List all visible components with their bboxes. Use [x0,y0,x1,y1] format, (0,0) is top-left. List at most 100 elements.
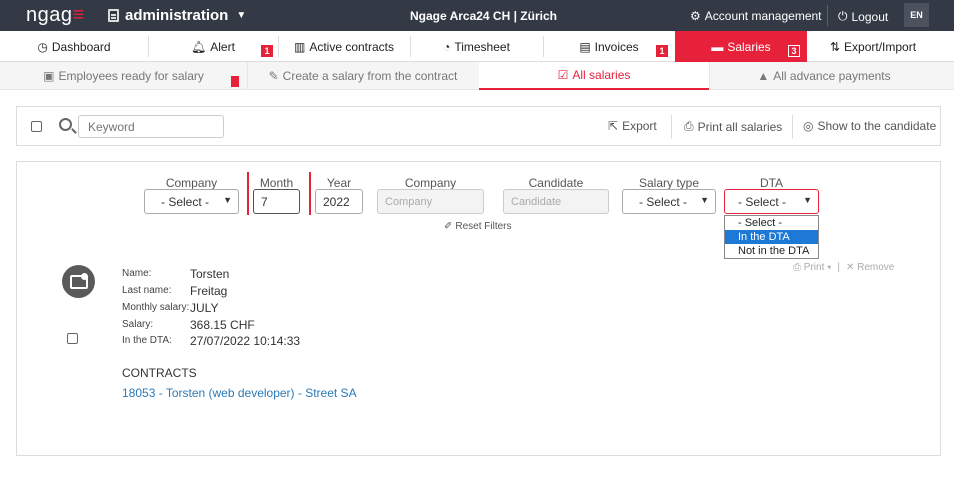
contract-link[interactable]: 18053 - Torsten (web developer) - Street… [122,386,357,400]
month-filter-input[interactable]: 7 [253,189,300,214]
chevron-down-icon: ▼ [803,195,812,205]
salary-label: Salary: [122,319,154,330]
nav-invoices-label: Invoices [594,39,639,54]
export-icon: ⇱ [608,119,619,133]
print-all-salaries-label: Print all salaries [697,119,783,134]
tab-advance-payments[interactable]: ▲ All advance payments [709,62,939,90]
dta-filter-label: DTA [759,176,784,190]
select-all-checkbox[interactable] [31,121,42,132]
tab-employees-ready-label: Employees ready for salary [58,69,204,83]
nav-export-import-label: Export/Import [844,39,917,54]
nav-active-contracts-label: Active contracts [309,39,395,54]
divider [827,5,828,26]
keyword-search-input[interactable] [78,115,224,138]
chevron-down-icon: ▼ [223,195,232,205]
monthly-salary-value: JULY [190,301,219,315]
main-nav: ◷ Dashboard 🔔︎ Alert 1 ▥ Active contract… [0,31,954,62]
contracts-heading: CONTRACTS [122,366,197,380]
candidate-filter-input[interactable]: Candidate [503,189,609,214]
tab-employees-ready[interactable]: ▣ Employees ready for salary [0,62,247,90]
gear-icon: ⚙ [690,9,701,23]
graduation-cap-icon: ▲ [757,69,770,83]
print-record-label: Print [803,262,825,273]
nav-export-import[interactable]: ⇅ Export/Import [807,31,939,62]
list-toolbar: ⇱ Export ⎙ Print all salaries ◎ Show to … [16,106,941,146]
app-selector-label: administration [125,7,229,24]
app-icon [108,9,119,22]
company-text-filter-input[interactable]: Company [377,189,484,214]
bell-icon: 🔔︎ [191,39,207,54]
export-button[interactable]: ⇱ Export [608,119,657,133]
tab-create-salary-label: Create a salary from the contract [282,69,458,83]
dta-dropdown-list: - Select - In the DTA Not in the DTA [724,215,819,259]
year-filter-input[interactable]: 2022 [315,189,363,214]
document-icon: ▤ [579,39,591,54]
month-filter-label: Month [259,176,294,190]
dta-filter-select[interactable]: - Select - ▼ [724,189,819,214]
power-icon: ⏻ [838,9,848,23]
month-filter-marker [247,172,249,215]
divider [671,115,672,139]
name-label: Name: [122,268,152,279]
invoices-count-badge: 1 [656,45,668,57]
clock-icon: ◔ [443,39,451,54]
divider: | [837,262,840,273]
company-filter-select[interactable]: - Select - ▼ [144,189,239,214]
year-filter-marker [309,172,311,215]
print-record-button[interactable]: ⎙ Print ▾ [793,262,831,273]
row-select-checkbox[interactable] [67,333,78,344]
nav-timesheet[interactable]: ◔ Timesheet [410,31,543,62]
logout-button[interactable]: ⏻ Logout [838,9,888,24]
remove-record-label: Remove [857,262,895,273]
last-name-value: Freitag [190,284,228,298]
chevron-down-icon: ▼ [236,10,247,21]
employees-ready-indicator [231,76,239,87]
checklist-icon: ☑ [557,68,569,82]
salary-value: 368.15 CHF [190,318,255,332]
account-management-label: Account management [704,9,822,23]
company-text-filter-label: Company [404,176,457,190]
magic-wand-icon: ✎ [268,69,279,83]
tab-all-salaries-label: All salaries [572,68,631,82]
reset-filters-label: Reset Filters [455,221,512,232]
language-switch[interactable]: EN [904,3,929,27]
contracts-icon: ▥ [293,39,306,54]
nav-alert[interactable]: 🔔︎ Alert [148,31,278,62]
tab-create-salary[interactable]: ✎ Create a salary from the contract [247,62,479,90]
remove-record-button[interactable]: ✕ Remove [846,262,894,273]
top-bar: ngag≡ administration ▼ Ngage Arca24 CH |… [0,0,954,31]
salary-type-filter-select[interactable]: - Select - ▼ [622,189,716,214]
salary-type-filter-label: Salary type [638,176,700,190]
show-to-candidate-button[interactable]: ◎ Show to the candidate [803,119,936,133]
alert-count-badge: 1 [261,45,273,57]
nav-timesheet-label: Timesheet [454,39,510,54]
dta-option-select[interactable]: - Select - [725,216,818,230]
account-management-link[interactable]: ⚙ Account management [690,9,822,23]
app-selector[interactable]: administration ▼ [108,7,246,24]
sort-icon: ⇅ [829,39,841,54]
nav-active-contracts[interactable]: ▥ Active contracts [278,31,410,62]
reset-filters-button[interactable]: ✐ Reset Filters [444,221,512,232]
nav-dashboard[interactable]: ◷ Dashboard [0,31,148,62]
dashboard-icon: ◷ [37,39,48,54]
export-label: Export [622,119,657,133]
salary-icon: ▬ [711,39,724,54]
print-all-salaries-button[interactable]: ⎙ Print all salaries [684,119,782,134]
tab-advance-payments-label: All advance payments [773,69,891,83]
workspace-title: Ngage Arca24 CH | Zürich [410,9,557,23]
dta-option-not-in-dta[interactable]: Not in the DTA [725,244,818,258]
tab-all-salaries[interactable]: ☑ All salaries [479,62,709,90]
logout-label: Logout [851,9,889,24]
eraser-icon: ✐ [444,221,453,232]
search-icon [59,118,72,131]
company-filter-value: - Select - [161,194,210,209]
ngage-logo[interactable]: ngag≡ [26,4,85,27]
salaries-count-badge: 3 [788,45,800,57]
monthly-salary-label: Monthly salary: [122,302,190,313]
sub-nav: ▣ Employees ready for salary ✎ Create a … [0,62,954,90]
employee-avatar [62,265,95,298]
divider [792,115,793,139]
dta-option-in-dta[interactable]: In the DTA [725,230,818,244]
in-dta-value: 27/07/2022 10:14:33 [190,334,301,348]
dta-filter-value: - Select - [738,194,787,209]
